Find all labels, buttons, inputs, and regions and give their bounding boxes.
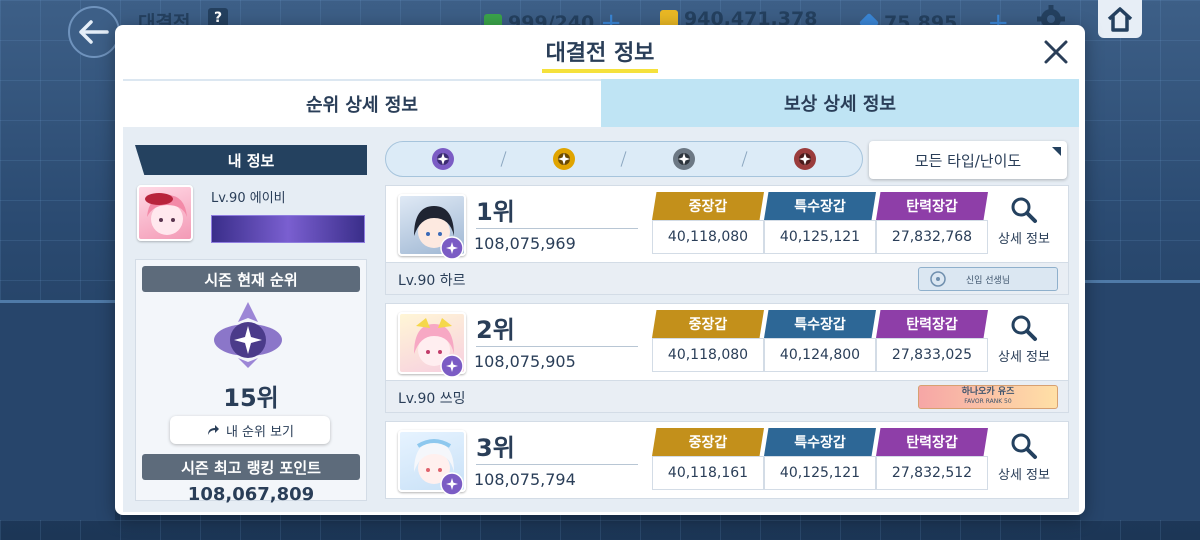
elastic-armor-stat: 탄력장갑 27,833,025 — [876, 310, 988, 372]
ranking-row-footer: Lv.90 하르 신입 선생님 — [385, 263, 1069, 295]
heavy-armor-value: 40,118,080 — [652, 220, 764, 254]
heavy-armor-stat: 중장갑 40,118,080 — [652, 310, 764, 372]
rank-divider — [476, 346, 638, 347]
ranking-content: 내 정보 Lv.90 에이비 시즌 현재 순위 15위 내 순위 보기 시즌 최… — [123, 127, 1079, 512]
rank-divider — [476, 464, 638, 465]
ranking-row-footer: Lv.90 쓰밍 하나오카 유즈 FAVOR RANK 50 — [385, 381, 1069, 413]
my-info-header: 내 정보 — [135, 145, 367, 175]
tab-bar: 순위 상세 정보 보상 상세 정보 — [123, 79, 1079, 127]
heavy-armor-label: 중장갑 — [652, 428, 764, 456]
arrow-left-icon — [79, 20, 109, 44]
heavy-armor-label: 중장갑 — [652, 310, 764, 338]
player-favor-rank: FAVOR RANK 50 — [964, 398, 1012, 405]
heavy-armor-label: 중장갑 — [652, 192, 764, 220]
special-armor-value: 40,124,800 — [764, 338, 876, 372]
filter-separator — [621, 151, 627, 167]
rank-badge-icon — [440, 354, 464, 378]
modal-title: 대결전 정보 — [115, 35, 1085, 73]
background-console-right — [1080, 280, 1200, 520]
special-armor-stat: 특수장갑 40,125,121 — [764, 192, 876, 254]
back-button[interactable] — [68, 6, 120, 58]
heavy-armor-value: 40,118,161 — [652, 456, 764, 490]
magnifier-icon — [1011, 433, 1037, 459]
rank-score: 108,075,969 — [474, 234, 576, 253]
rank-badge-icon — [440, 472, 464, 496]
type-difficulty-dropdown[interactable]: 모든 타입/난이도 — [869, 141, 1067, 179]
difficulty-gold-icon[interactable] — [549, 144, 579, 174]
special-armor-value: 40,125,121 — [764, 220, 876, 254]
heavy-armor-stat: 중장갑 40,118,161 — [652, 428, 764, 490]
elastic-armor-value: 27,832,512 — [876, 456, 988, 490]
elastic-armor-label: 탄력장갑 — [876, 310, 988, 338]
ranking-row-main: 3위 108,075,794 중장갑 40,118,161 특수장갑 40,12… — [385, 421, 1069, 499]
best-points-header: 시즌 최고 랭킹 포인트 — [142, 454, 360, 480]
tab-ranking-details[interactable]: 순위 상세 정보 — [123, 79, 601, 127]
raid-info-modal: 대결전 정보 순위 상세 정보 보상 상세 정보 내 정보 Lv.90 에이비 … — [115, 25, 1085, 515]
my-avatar-portrait — [145, 193, 187, 235]
elastic-armor-stat: 탄력장갑 27,832,512 — [876, 428, 988, 490]
rank-score: 108,075,905 — [474, 352, 576, 371]
special-armor-label: 특수장갑 — [764, 310, 876, 338]
season-rank-header: 시즌 현재 순위 — [142, 266, 360, 292]
rank-position: 1위 — [476, 198, 515, 226]
player-favor-tag: 하나오카 유즈 FAVOR RANK 50 — [918, 385, 1058, 409]
difficulty-red-icon[interactable] — [790, 144, 820, 174]
target-icon — [930, 271, 946, 287]
elastic-armor-value: 27,832,768 — [876, 220, 988, 254]
home-icon — [1107, 7, 1133, 32]
heavy-armor-stat: 중장갑 40,118,080 — [652, 192, 764, 254]
detail-info-button[interactable]: 상세 정보 — [992, 314, 1056, 374]
detail-info-button[interactable]: 상세 정보 — [992, 196, 1056, 256]
tab-reward-details[interactable]: 보상 상세 정보 — [601, 79, 1079, 127]
season-rank-panel: 시즌 현재 순위 15위 내 순위 보기 시즌 최고 랭킹 포인트 108,06… — [135, 259, 367, 505]
my-banner-image — [211, 215, 365, 243]
special-armor-label: 특수장갑 — [764, 192, 876, 220]
view-my-rank-button[interactable]: 내 순위 보기 — [170, 416, 330, 444]
share-arrow-icon — [207, 425, 219, 435]
my-level-name: Lv.90 에이비 — [211, 191, 286, 206]
special-armor-stat: 특수장갑 40,125,121 — [764, 428, 876, 490]
rank-divider — [476, 228, 638, 229]
difficulty-gray-icon[interactable] — [669, 144, 699, 174]
player-favor-name: 하나오카 유즈 — [961, 387, 1015, 397]
home-button[interactable] — [1098, 0, 1142, 38]
ranking-list[interactable]: 1위 108,075,969 중장갑 40,118,080 특수장갑 40,12… — [385, 185, 1069, 510]
elastic-armor-value: 27,833,025 — [876, 338, 988, 372]
difficulty-purple-icon[interactable] — [428, 144, 458, 174]
close-icon[interactable] — [1041, 37, 1071, 67]
elastic-armor-label: 탄력장갑 — [876, 192, 988, 220]
season-rank-emblem-icon — [214, 302, 282, 368]
best-points-value: 108,067,809 — [187, 484, 315, 505]
ranking-row-main: 1위 108,075,969 중장갑 40,118,080 특수장갑 40,12… — [385, 185, 1069, 263]
special-armor-value: 40,125,121 — [764, 456, 876, 490]
special-armor-label: 특수장갑 — [764, 428, 876, 456]
filter-separator — [500, 151, 507, 167]
elastic-armor-stat: 탄력장갑 27,832,768 — [876, 192, 988, 254]
rank-badge-icon — [440, 236, 464, 260]
background-console-left — [0, 300, 115, 520]
magnifier-icon — [1011, 315, 1037, 341]
rank-score: 108,075,794 — [474, 470, 576, 489]
player-name: Lv.90 쓰밍 — [398, 391, 466, 407]
special-armor-stat: 특수장갑 40,124,800 — [764, 310, 876, 372]
heavy-armor-value: 40,118,080 — [652, 338, 764, 372]
rank-position: 2위 — [476, 316, 515, 344]
filter-separator — [741, 151, 748, 167]
player-name: Lv.90 하르 — [398, 273, 466, 289]
magnifier-icon — [1011, 197, 1037, 223]
view-my-rank-label: 내 순위 보기 — [225, 424, 295, 440]
detail-info-label: 상세 정보 — [998, 350, 1050, 365]
ranking-row-main: 2위 108,075,905 중장갑 40,118,080 특수장갑 40,12… — [385, 303, 1069, 381]
detail-info-button[interactable]: 상세 정보 — [992, 432, 1056, 492]
detail-info-label: 상세 정보 — [998, 232, 1050, 247]
rank-position: 3위 — [476, 434, 515, 462]
season-rank-value: 15위 — [223, 384, 279, 412]
player-title-tag: 신입 선생님 — [918, 267, 1058, 291]
difficulty-filter-bar — [385, 141, 863, 177]
detail-info-label: 상세 정보 — [998, 468, 1050, 483]
elastic-armor-label: 탄력장갑 — [876, 428, 988, 456]
my-avatar — [137, 185, 193, 241]
player-title-text: 신입 선생님 — [965, 275, 1011, 286]
